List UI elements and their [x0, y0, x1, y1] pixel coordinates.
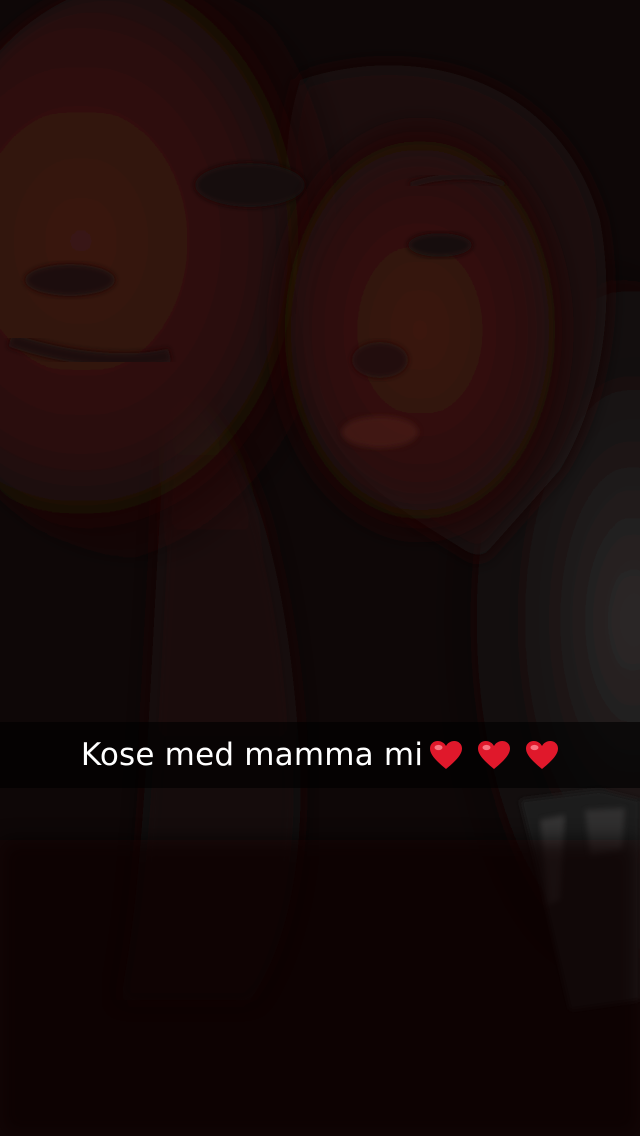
caption-bar: Kose med mamma mi: [0, 722, 640, 788]
photo: [0, 0, 640, 1136]
snap-view[interactable]: Kose med mamma mi: [0, 0, 640, 1136]
red-heart-icon: [526, 741, 559, 769]
red-heart-icon: [478, 741, 511, 769]
caption-label: Kose med mamma mi: [80, 737, 424, 773]
caption-text: Kose med mamma mi: [81, 737, 559, 773]
red-heart-icon: [430, 741, 463, 769]
